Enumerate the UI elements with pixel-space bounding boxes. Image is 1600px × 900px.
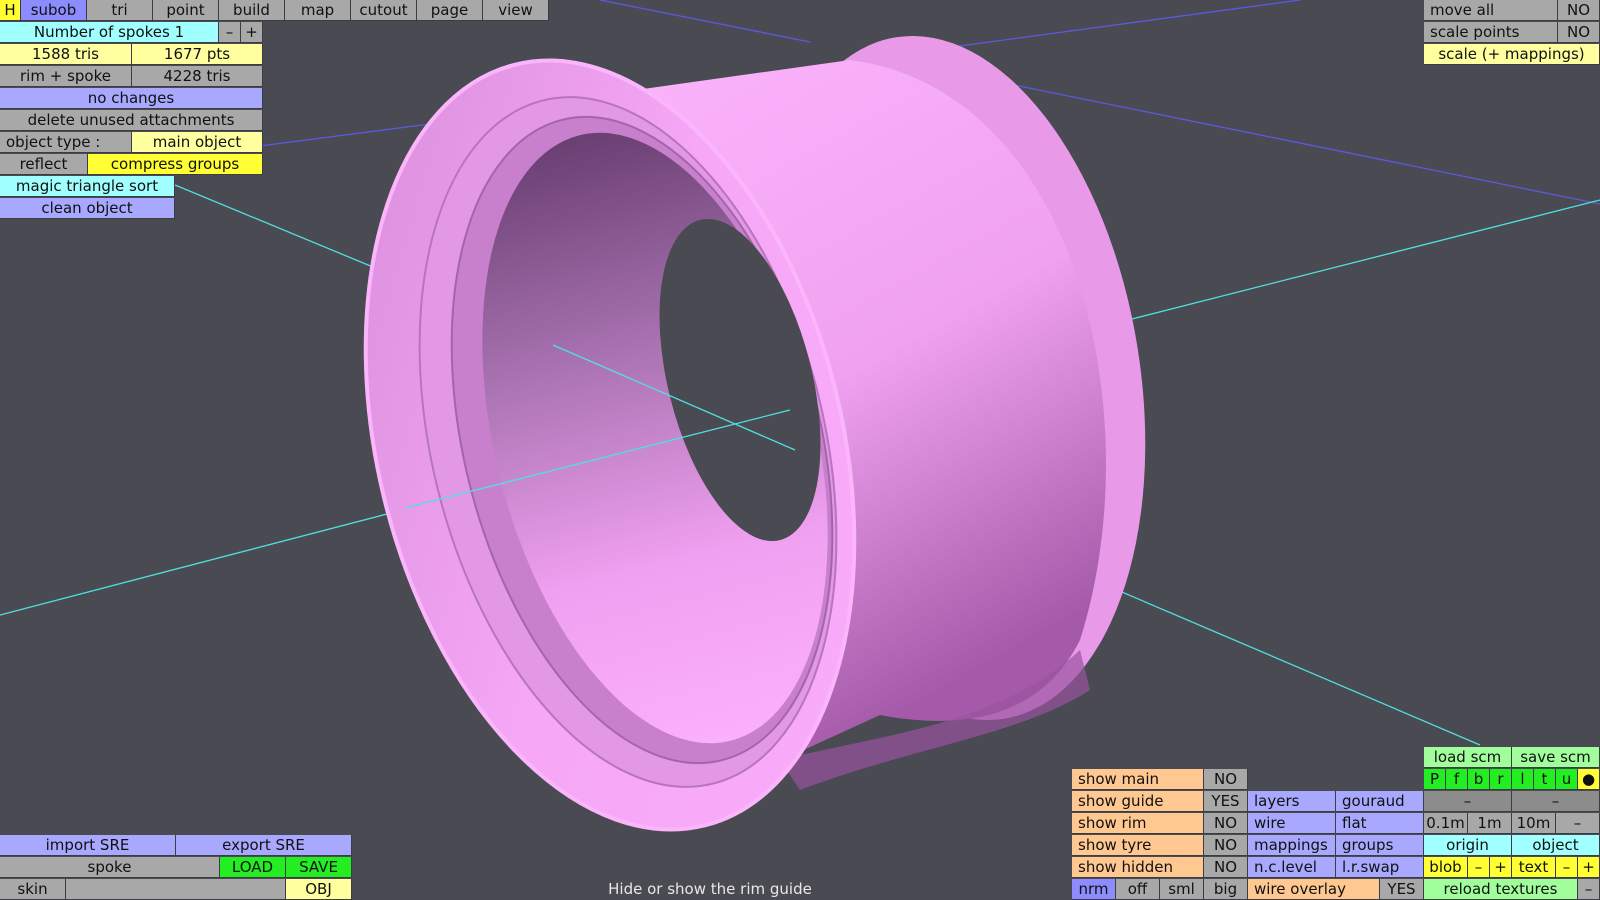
tab-tri[interactable]: tri [87, 0, 153, 21]
load-button[interactable]: LOAD [220, 857, 286, 878]
total-tris-count: 4228 tris [132, 66, 263, 87]
tab-build[interactable]: build [219, 0, 285, 21]
spokes-plus-button[interactable]: + [241, 22, 263, 43]
skin-label: skin [0, 879, 66, 900]
save-button[interactable]: SAVE [286, 857, 352, 878]
scm-r-button[interactable]: r [1490, 769, 1512, 790]
delete-unused-attachments-button[interactable]: delete unused attachments [0, 110, 263, 131]
scm-b-button[interactable]: b [1468, 769, 1490, 790]
grid-1m[interactable]: 1m [1468, 813, 1512, 834]
nc-level-button[interactable]: n.c.level [1248, 857, 1336, 878]
reload-minus-button[interactable]: – [1578, 879, 1600, 900]
rim-spoke-label: rim + spoke [0, 66, 132, 87]
tab-map[interactable]: map [285, 0, 351, 21]
reload-textures-button[interactable]: reload textures [1424, 879, 1578, 900]
scale-points-label[interactable]: scale points [1424, 22, 1558, 43]
clean-object-button[interactable]: clean object [0, 198, 175, 219]
import-sre-button[interactable]: import SRE [0, 835, 176, 856]
tab-view[interactable]: view [483, 0, 549, 21]
normals-off[interactable]: off [1116, 879, 1160, 900]
scm-dot-icon[interactable]: ● [1578, 769, 1600, 790]
tab-cutout[interactable]: cutout [351, 0, 417, 21]
blob-label: blob [1424, 857, 1468, 878]
scale-mappings-button[interactable]: scale (+ mappings) [1424, 44, 1600, 65]
tab-page[interactable]: page [417, 0, 483, 21]
mappings-button[interactable]: mappings [1248, 835, 1336, 856]
text-minus-button[interactable]: – [1556, 857, 1578, 878]
move-all-value[interactable]: NO [1558, 0, 1600, 21]
status-bar: Hide or show the rim guide [354, 879, 1066, 900]
wire-button[interactable]: wire [1248, 813, 1336, 834]
obj-button[interactable]: OBJ [286, 879, 352, 900]
rim-model [363, 35, 1146, 832]
grid-none[interactable]: – [1556, 813, 1600, 834]
export-sre-button[interactable]: export SRE [176, 835, 352, 856]
show-guide-value[interactable]: YES [1204, 791, 1248, 812]
groups-button[interactable]: groups [1336, 835, 1424, 856]
move-all-label[interactable]: move all [1424, 0, 1558, 21]
blob-plus-button[interactable]: + [1490, 857, 1512, 878]
normals-nrm[interactable]: nrm [1072, 879, 1116, 900]
scm-f-button[interactable]: f [1446, 769, 1468, 790]
changes-status: no changes [0, 88, 263, 109]
show-main-value[interactable]: NO [1204, 769, 1248, 790]
number-of-spokes: Number of spokes 1 [0, 22, 219, 43]
flat-button[interactable]: flat [1336, 813, 1424, 834]
save-scm-button[interactable]: save scm [1512, 747, 1600, 768]
tris-count: 1588 tris [0, 44, 132, 65]
blob-minus-button[interactable]: – [1468, 857, 1490, 878]
normals-big[interactable]: big [1204, 879, 1248, 900]
origin-button[interactable]: origin [1424, 835, 1512, 856]
scale-points-value[interactable]: NO [1558, 22, 1600, 43]
spokes-minus-button[interactable]: – [219, 22, 241, 43]
object-button[interactable]: object [1512, 835, 1600, 856]
scm-t-button[interactable]: t [1534, 769, 1556, 790]
show-guide-label[interactable]: show guide [1072, 791, 1204, 812]
tab-point[interactable]: point [153, 0, 219, 21]
wire-overlay-label[interactable]: wire overlay [1248, 879, 1380, 900]
object-type-label: object type : [0, 132, 132, 153]
object-type-value[interactable]: main object [132, 132, 263, 153]
wire-overlay-value[interactable]: YES [1380, 879, 1424, 900]
scm-slot-2[interactable]: – [1512, 791, 1600, 812]
show-rim-value[interactable]: NO [1204, 813, 1248, 834]
magic-triangle-sort-button[interactable]: magic triangle sort [0, 176, 175, 197]
lr-swap-button[interactable]: l.r.swap [1336, 857, 1424, 878]
spoke-label: spoke [0, 857, 220, 878]
reflect-button[interactable]: reflect [0, 154, 88, 175]
grid-0-1m[interactable]: 0.1m [1424, 813, 1468, 834]
scm-slot-1[interactable]: – [1424, 791, 1512, 812]
tab-subob[interactable]: subob [21, 0, 87, 21]
grid-10m[interactable]: 10m [1512, 813, 1556, 834]
h-button[interactable]: H [0, 0, 21, 21]
show-main-label[interactable]: show main [1072, 769, 1204, 790]
skin-field[interactable] [66, 879, 286, 900]
scm-p-button[interactable]: P [1424, 769, 1446, 790]
show-hidden-label[interactable]: show hidden [1072, 857, 1204, 878]
pts-count: 1677 pts [132, 44, 263, 65]
show-tyre-value[interactable]: NO [1204, 835, 1248, 856]
scm-u-button[interactable]: u [1556, 769, 1578, 790]
scm-l-button[interactable]: l [1512, 769, 1534, 790]
text-plus-button[interactable]: + [1578, 857, 1600, 878]
load-scm-button[interactable]: load scm [1424, 747, 1512, 768]
gouraud-button[interactable]: gouraud [1336, 791, 1424, 812]
layers-button[interactable]: layers [1248, 791, 1336, 812]
show-rim-label[interactable]: show rim [1072, 813, 1204, 834]
compress-groups-button[interactable]: compress groups [88, 154, 263, 175]
normals-sml[interactable]: sml [1160, 879, 1204, 900]
show-hidden-value[interactable]: NO [1204, 857, 1248, 878]
show-tyre-label[interactable]: show tyre [1072, 835, 1204, 856]
text-label: text [1512, 857, 1556, 878]
